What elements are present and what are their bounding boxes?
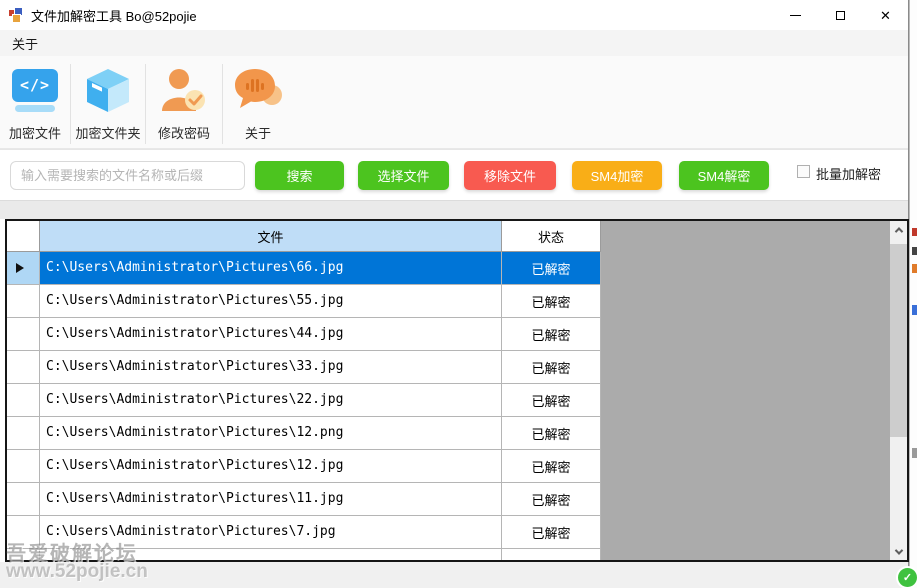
background-fragment <box>912 228 917 236</box>
status-cell[interactable]: 已解密 <box>502 252 601 285</box>
window-title: 文件加解密工具 Bo@52pojie <box>31 8 197 24</box>
menu-bar: 关于 <box>0 30 908 56</box>
menu-item-about[interactable]: 关于 <box>0 30 50 57</box>
action-panel: 搜索 选择文件 移除文件 SM4加密 SM4解密 批量加解密 <box>0 149 908 201</box>
table-row[interactable]: C:\Users\Administrator\Pictures\22.jpg 已… <box>7 384 907 417</box>
background-fragment <box>912 305 917 315</box>
chevron-down-icon <box>894 545 903 555</box>
table-row[interactable]: C:\Users\Administrator\Pictures\66.jpg 已… <box>7 252 907 285</box>
toolbar-item-change-password[interactable]: 修改密码 <box>146 62 222 146</box>
row-header-cell[interactable] <box>7 450 40 483</box>
status-cell[interactable]: 已解密 <box>502 516 601 549</box>
toolbar-item-label: 加密文件 <box>8 126 61 141</box>
minimize-button[interactable] <box>773 0 818 30</box>
grid-vertical-scrollbar[interactable] <box>890 221 907 560</box>
window-controls: ✕ <box>773 0 908 30</box>
search-input[interactable] <box>10 161 245 190</box>
row-header-cell[interactable] <box>7 483 40 516</box>
maximize-button[interactable] <box>818 0 863 30</box>
status-cell[interactable]: 已解密 <box>502 483 601 516</box>
table-row[interactable]: C:\Users\Administrator\Pictures\12.png 已… <box>7 417 907 450</box>
toolbar-item-label: 加密文件夹 <box>75 126 141 141</box>
remove-files-button[interactable]: 移除文件 <box>464 161 556 190</box>
status-cell[interactable]: 已解密 <box>502 417 601 450</box>
app-window: 文件加解密工具 Bo@52pojie ✕ 关于 </> 加密文件 加密文件夹 修… <box>0 0 909 588</box>
chevron-up-icon <box>894 226 903 236</box>
sm4-encrypt-button[interactable]: SM4加密 <box>572 161 662 190</box>
file-path-cell[interactable]: C:\Users\Administrator\Pictures\11.jpg <box>40 483 502 516</box>
scroll-up-button[interactable] <box>890 221 907 238</box>
row-header-cell[interactable] <box>7 351 40 384</box>
code-file-icon: </> <box>12 68 58 112</box>
batch-checkbox[interactable] <box>797 165 810 178</box>
toolbar-item-encrypt-file[interactable]: </> 加密文件 <box>0 62 70 146</box>
panel-gap <box>0 201 908 219</box>
minimize-icon <box>790 14 801 16</box>
background-fragment <box>912 448 917 458</box>
status-cell[interactable]: 已解密 <box>502 450 601 483</box>
grid-rows: C:\Users\Administrator\Pictures\66.jpg 已… <box>7 252 907 560</box>
background-fragment <box>912 264 917 273</box>
toolbar-item-label: 修改密码 <box>157 126 210 141</box>
current-row-arrow-icon <box>16 263 24 273</box>
table-row[interactable]: C:\Users\Administrator\Pictures\11.jpg 已… <box>7 483 907 516</box>
user-check-icon <box>160 62 208 118</box>
select-files-button[interactable]: 选择文件 <box>358 161 449 190</box>
scrollbar-thumb[interactable] <box>890 244 907 437</box>
status-cell[interactable]: 已解密 <box>502 285 601 318</box>
sm4-decrypt-button[interactable]: SM4解密 <box>679 161 769 190</box>
status-cell[interactable]: 已解密 <box>502 318 601 351</box>
file-path-cell[interactable]: C:\Users\Administrator\Pictures\12.png <box>40 417 502 450</box>
screenshot-root: 文件加解密工具 Bo@52pojie ✕ 关于 </> 加密文件 加密文件夹 修… <box>0 0 917 588</box>
close-button[interactable]: ✕ <box>863 0 908 30</box>
toolbar: </> 加密文件 加密文件夹 修改密码 关于 <box>0 56 908 149</box>
column-header-file[interactable]: 文件 <box>40 221 502 252</box>
table-row[interactable]: C:\Users\Administrator\Pictures\55.jpg 已… <box>7 285 907 318</box>
column-header-status[interactable]: 状态 <box>502 221 601 252</box>
row-header-cell[interactable] <box>7 252 40 285</box>
row-header-cell[interactable] <box>7 384 40 417</box>
file-path-cell[interactable]: C:\Users\Administrator\Pictures\55.jpg <box>40 285 502 318</box>
table-row[interactable]: C:\Users\Administrator\Pictures\33.jpg 已… <box>7 351 907 384</box>
toolbar-item-about[interactable]: 关于 <box>223 62 293 146</box>
file-path-cell[interactable]: C:\Users\Administrator\Pictures\66.jpg <box>40 252 502 285</box>
green-check-icon: ✓ <box>898 568 917 587</box>
status-cell[interactable]: 已解密 <box>502 384 601 417</box>
file-path-cell[interactable]: C:\Users\Administrator\Pictures\12.jpg <box>40 450 502 483</box>
file-grid: 文件 状态 C:\Users\Administrator\Pictures\66… <box>5 219 909 562</box>
file-path-cell[interactable]: C:\Users\Administrator\Pictures\22.jpg <box>40 384 502 417</box>
background-app-sliver <box>909 0 917 588</box>
title-bar: 文件加解密工具 Bo@52pojie ✕ <box>0 0 908 30</box>
app-icon <box>8 7 24 23</box>
file-path-cell[interactable]: C:\Users\Administrator\Pictures\44.jpg <box>40 318 502 351</box>
status-cell[interactable]: 已解密 <box>502 351 601 384</box>
row-header-cell[interactable] <box>7 417 40 450</box>
table-row[interactable]: C:\Users\Administrator\Pictures\7.jpg 已解… <box>7 516 907 549</box>
row-header-cell[interactable] <box>7 318 40 351</box>
toolbar-item-encrypt-folder[interactable]: 加密文件夹 <box>71 62 145 146</box>
table-row[interactable]: C:\Users\Administrator\Pictures\44.jpg 已… <box>7 318 907 351</box>
chat-bubble-icon <box>233 62 283 118</box>
table-row[interactable]: C:\Users\Administrator\Pictures\12.jpg 已… <box>7 450 907 483</box>
grid-header-row: 文件 状态 <box>7 221 907 252</box>
toolbar-item-label: 关于 <box>244 126 271 141</box>
file-path-cell[interactable]: C:\Users\Administrator\Pictures\33.jpg <box>40 351 502 384</box>
scroll-down-button[interactable] <box>890 543 907 560</box>
background-fragment <box>912 247 917 255</box>
cube-icon <box>83 62 133 118</box>
maximize-icon <box>836 10 845 20</box>
search-button[interactable]: 搜索 <box>255 161 344 190</box>
row-header-cell[interactable] <box>7 285 40 318</box>
status-cell[interactable] <box>502 549 601 560</box>
watermark-url: www.52pojie.cn <box>6 561 148 582</box>
grid-corner-cell <box>7 221 40 252</box>
batch-checkbox-label: 批量加解密 <box>816 167 882 182</box>
close-icon: ✕ <box>880 7 891 23</box>
